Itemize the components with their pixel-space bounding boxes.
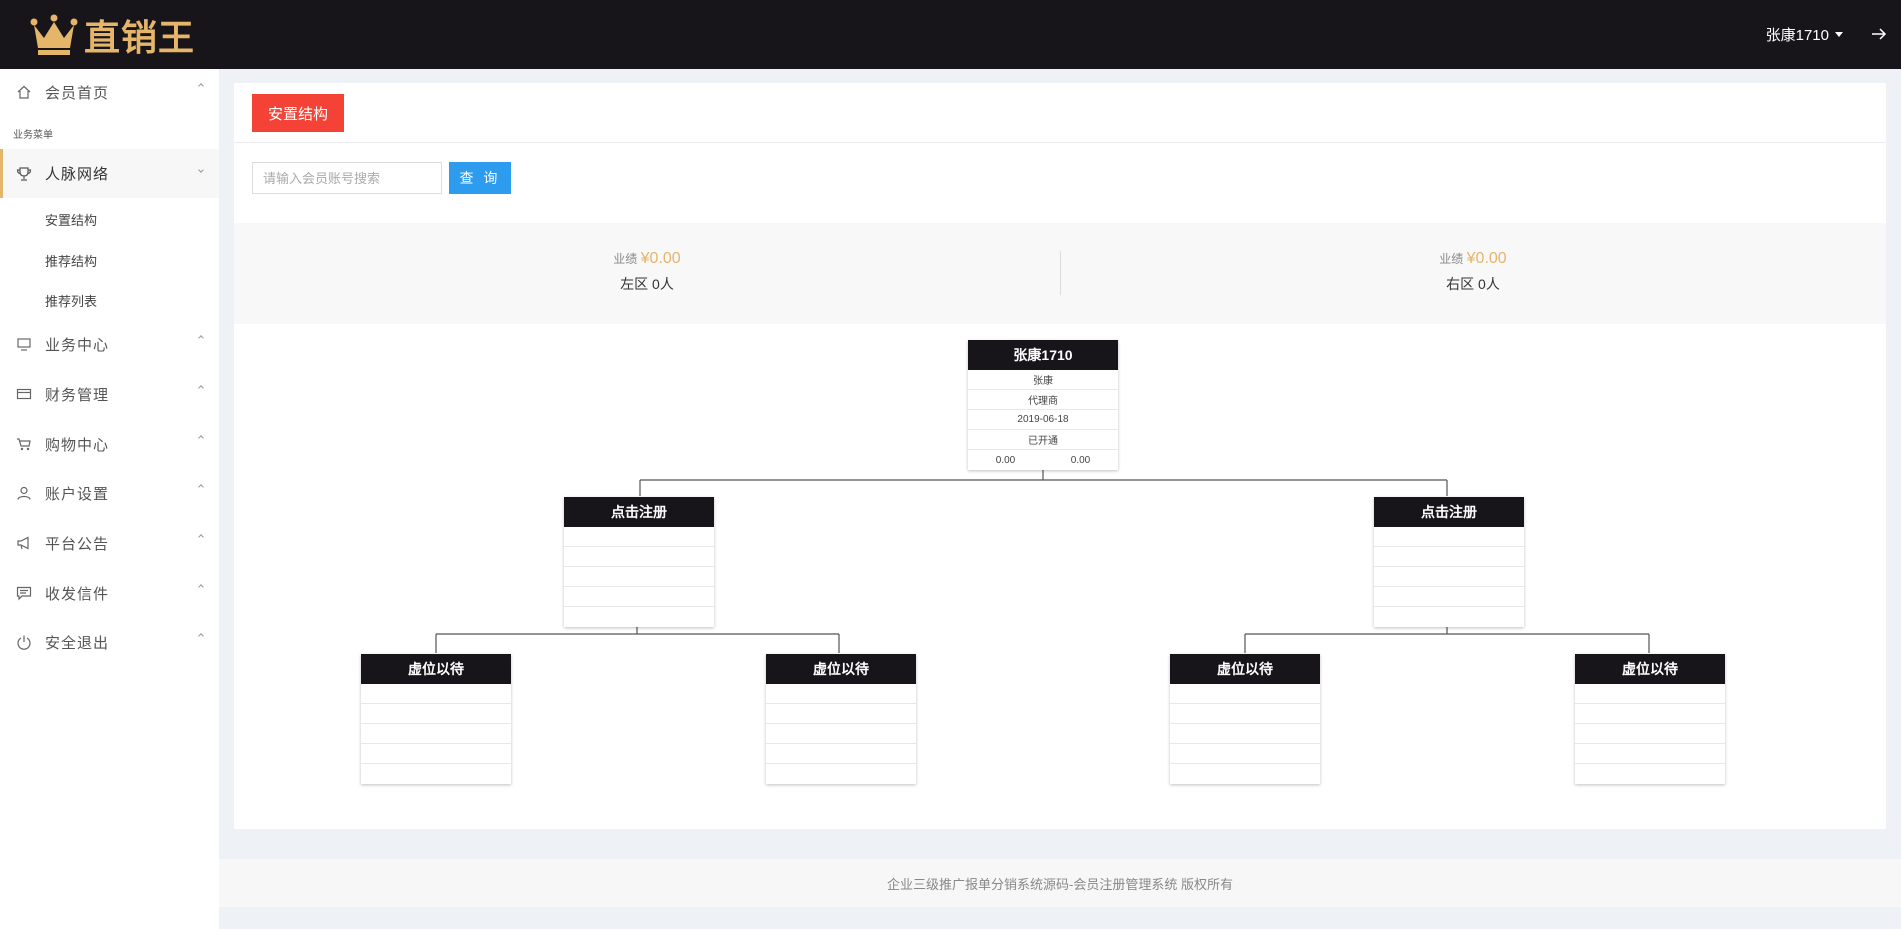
logo-text: 直销王 (84, 18, 196, 59)
sidebar-item-label: 安全退出 (45, 634, 110, 652)
user-menu[interactable]: 张康1710 (1766, 24, 1843, 45)
node-title: 虚位以待 (766, 654, 916, 684)
section-label: 业务菜单 (13, 130, 53, 141)
chevron-icon (198, 83, 204, 89)
top-header: 直销王 张康1710 (0, 0, 1901, 69)
chevron-icon (198, 484, 204, 490)
sidebar-subitem-referral-structure[interactable]: 推荐结构 (45, 251, 97, 270)
chevron-icon (198, 534, 204, 540)
sidebar-item-home[interactable]: 会员首页 (0, 71, 219, 113)
user-icon (17, 486, 31, 500)
tree-node-vacant-3[interactable]: 虚位以待 (1170, 654, 1320, 784)
node-values: 0.00 0.00 (968, 450, 1118, 470)
sidebar-subitem-placement[interactable]: 安置结构 (45, 210, 97, 229)
megaphone-icon (17, 536, 29, 550)
sidebar-item-messages[interactable]: 收发信件 (0, 572, 219, 614)
sidebar-item-label: 收发信件 (45, 585, 110, 603)
sidebar-item-finance[interactable]: 财务管理 (0, 373, 219, 415)
tree-node-register-right[interactable]: 点击注册 (1374, 497, 1524, 627)
node-right-value: 0.00 (1070, 454, 1091, 466)
node-date: 2019-06-18 (968, 410, 1118, 430)
sidebar-subitem-referral-list[interactable]: 推荐列表 (45, 291, 97, 310)
node-status: 已开通 (968, 430, 1118, 450)
sidebar-item-account[interactable]: 账户设置 (0, 472, 219, 514)
chevron-down-icon (1835, 32, 1843, 37)
message-icon (16, 586, 32, 601)
chevron-icon (198, 385, 204, 391)
monitor-icon (17, 338, 31, 351)
node-title: 点击注册 (1374, 497, 1524, 527)
sidebar: 会员首页 业务菜单 人脉网络 安置结构 推荐结构 推荐列表 业务中心 财务管理 … (0, 69, 219, 929)
sidebar-item-business[interactable]: 业务中心 (0, 323, 219, 365)
sidebar-item-label: 购物中心 (45, 436, 110, 454)
chevron-icon (198, 584, 204, 590)
chevron-icon (198, 435, 204, 441)
chevron-icon (198, 167, 204, 173)
footer: 企业三级推广报单分销系统源码-会员注册管理系统 版权所有 (219, 859, 1901, 907)
logo[interactable]: 直销王 (30, 12, 196, 59)
tree-node-vacant-1[interactable]: 虚位以待 (361, 654, 511, 784)
node-title: 虚位以待 (1575, 654, 1725, 684)
home-icon (17, 85, 31, 99)
node-title: 点击注册 (564, 497, 714, 527)
cart-icon (17, 438, 31, 451)
sidebar-item-network[interactable]: 人脉网络 (0, 149, 219, 198)
main-panel: 安置结构 查 询 业绩 ¥0.00 左区 0人 业绩 ¥0.00 右区 0人 张… (234, 83, 1886, 829)
sidebar-item-label: 账户设置 (45, 485, 110, 503)
logout-arrow-icon[interactable] (1869, 24, 1889, 44)
node-title: 虚位以待 (1170, 654, 1320, 684)
sidebar-item-announcement[interactable]: 平台公告 (0, 522, 219, 564)
crown-icon (30, 14, 78, 55)
card-icon (16, 388, 32, 400)
node-left-value: 0.00 (995, 454, 1016, 466)
user-name: 张康1710 (1765, 27, 1829, 44)
node-title: 虚位以待 (361, 654, 511, 684)
chevron-icon (198, 633, 204, 639)
tree-node-root[interactable]: 张康1710 张康 代理商 2019-06-18 已开通 0.00 0.00 (968, 340, 1118, 470)
sidebar-item-label: 会员首页 (45, 84, 110, 102)
tree-node-vacant-4[interactable]: 虚位以待 (1575, 654, 1725, 784)
tree-node-vacant-2[interactable]: 虚位以待 (766, 654, 916, 784)
sidebar-item-label: 财务管理 (45, 386, 110, 404)
sidebar-item-logout[interactable]: 安全退出 (0, 621, 219, 663)
sidebar-item-label: 平台公告 (45, 535, 110, 553)
chevron-icon (198, 335, 204, 341)
node-level: 代理商 (968, 390, 1118, 410)
node-name: 张康 (968, 370, 1118, 390)
power-icon (17, 635, 31, 650)
footer-copyright: 企业三级推广报单分销系统源码-会员注册管理系统 版权所有 (887, 876, 1233, 892)
sidebar-item-shopping[interactable]: 购物中心 (0, 423, 219, 465)
sidebar-item-label: 业务中心 (45, 336, 110, 354)
sidebar-item-label: 人脉网络 (45, 166, 110, 183)
node-title: 张康1710 (968, 340, 1118, 370)
trophy-icon (16, 166, 32, 181)
tree-node-register-left[interactable]: 点击注册 (564, 497, 714, 627)
